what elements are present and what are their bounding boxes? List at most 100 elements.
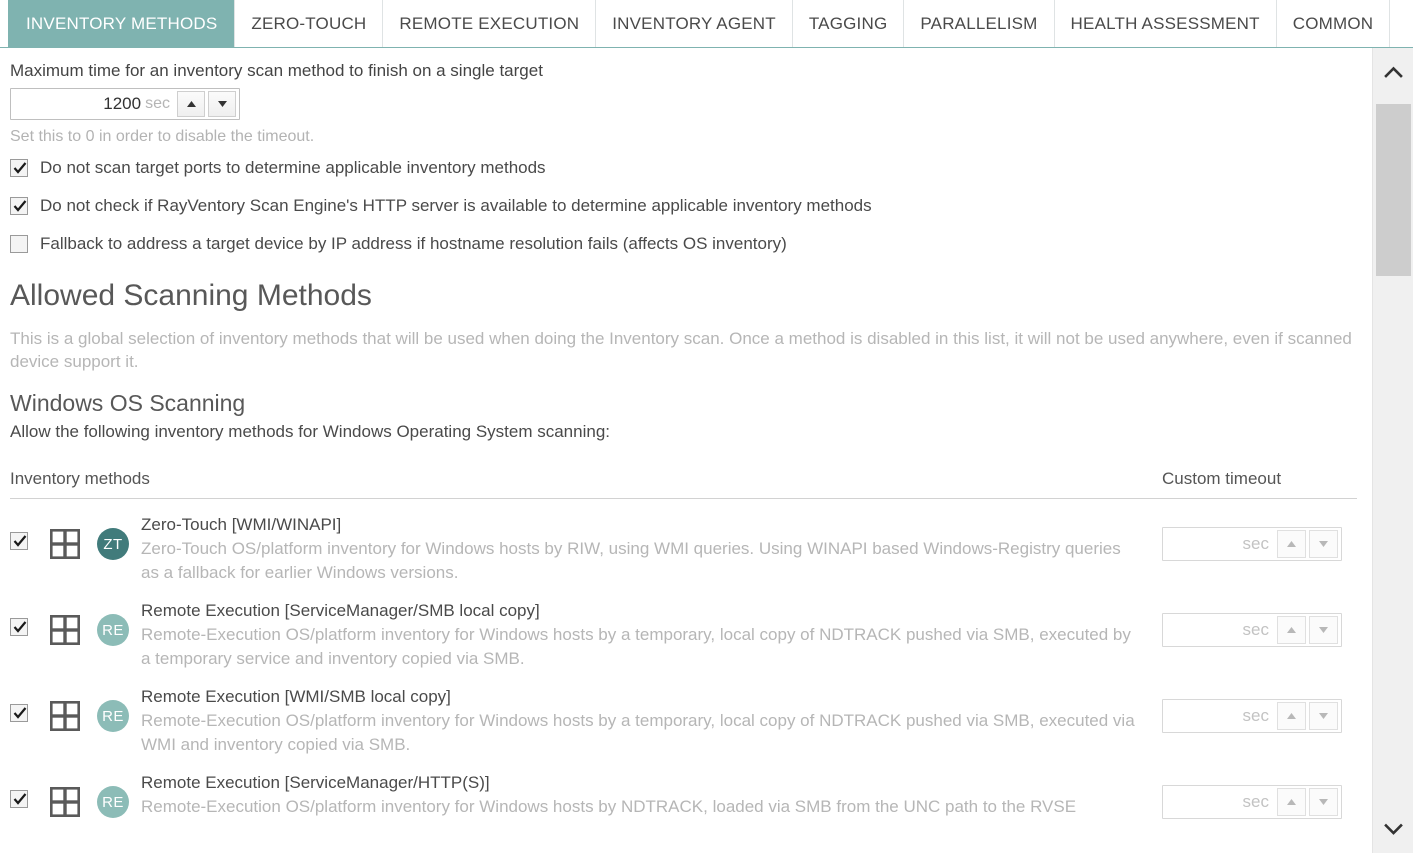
method-description: Remote-Execution OS/platform inventory f…	[141, 797, 1077, 816]
tab-label: TAGGING	[808, 13, 888, 33]
method-type-badge: RE	[97, 786, 129, 818]
windows-grid-icon	[49, 614, 80, 645]
custom-timeout-increment-button[interactable]	[1277, 702, 1306, 730]
method-title: Zero-Touch [WMI/WINAPI]	[141, 515, 342, 534]
custom-timeout-increment-button[interactable]	[1277, 788, 1306, 816]
method-text: Remote Execution [ServiceManager/HTTP(S)…	[141, 771, 1162, 819]
checkmark-icon	[13, 200, 27, 212]
timeout-label: Maximum time for an inventory scan metho…	[10, 61, 543, 80]
tab-label: PARALLELISM	[920, 13, 1038, 33]
windows-grid-icon	[49, 786, 80, 817]
custom-timeout-increment-button[interactable]	[1277, 530, 1306, 558]
custom-timeout-increment-button[interactable]	[1277, 616, 1306, 644]
tab-tagging[interactable]: TAGGING	[791, 0, 905, 47]
tab-common[interactable]: COMMON	[1275, 0, 1391, 47]
windows-grid-icon	[49, 528, 80, 564]
max-time-unit: sec	[145, 95, 170, 112]
custom-timeout-spinner[interactable]: sec	[1162, 699, 1342, 733]
custom-timeout-decrement-button[interactable]	[1309, 788, 1338, 816]
method-timeout-cell: sec	[1162, 513, 1357, 565]
method-enabled-checkbox[interactable]	[10, 532, 28, 550]
custom-timeout-stepper	[1277, 786, 1341, 818]
method-enabled-checkbox[interactable]	[10, 790, 28, 808]
custom-timeout-decrement-button[interactable]	[1309, 530, 1338, 558]
method-timeout-cell: sec	[1162, 685, 1357, 737]
option-row[interactable]: Do not check if RayVentory Scan Engine's…	[10, 195, 1362, 217]
option-label: Do not scan target ports to determine ap…	[40, 158, 546, 177]
method-type-badge: RE	[97, 700, 129, 732]
tab-label: ZERO-TOUCH	[251, 13, 367, 33]
checkmark-icon	[13, 707, 27, 719]
scrollbar-thumb[interactable]	[1376, 104, 1411, 276]
max-time-spinner[interactable]: 1200 sec	[10, 88, 240, 120]
scroll-up-button[interactable]	[1373, 48, 1413, 96]
option-row[interactable]: Fallback to address a target device by I…	[10, 233, 1362, 255]
custom-timeout-spinner[interactable]: sec	[1162, 613, 1342, 647]
custom-timeout-stepper	[1277, 700, 1341, 732]
custom-timeout-stepper	[1277, 614, 1341, 646]
tab-label: INVENTORY AGENT	[612, 13, 776, 33]
scroll-down-button[interactable]	[1373, 805, 1413, 853]
tab-zero-touch[interactable]: ZERO-TOUCH	[234, 0, 384, 47]
tab-label: COMMON	[1292, 13, 1374, 33]
table-row[interactable]: ZT Zero-Touch [WMI/WINAPI] Zero-Touch OS/p…	[10, 499, 1362, 585]
max-time-increment-button[interactable]	[177, 91, 205, 117]
method-enabled-checkbox[interactable]	[10, 618, 28, 636]
chevron-up-icon	[1383, 66, 1403, 78]
option-checkbox[interactable]	[10, 159, 28, 177]
custom-timeout-spinner[interactable]: sec	[1162, 785, 1342, 819]
method-type-badge-label: RE	[102, 707, 124, 725]
tab-health-assessment[interactable]: HEALTH ASSESSMENT	[1053, 0, 1277, 47]
tab-remote-execution[interactable]: REMOTE EXECUTION	[382, 0, 597, 47]
custom-timeout-unit: sec	[1242, 534, 1269, 553]
option-checkbox[interactable]	[10, 235, 28, 253]
methods-table-header: Inventory methods Custom timeout	[10, 469, 1357, 499]
table-row[interactable]: RE Remote Execution [ServiceManager/SMB l…	[10, 585, 1362, 671]
method-title: Remote Execution [WMI/SMB local copy]	[141, 687, 451, 706]
custom-timeout-input[interactable]	[1163, 614, 1243, 646]
chevron-down-icon	[1383, 823, 1403, 835]
method-type-badge: RE	[97, 614, 129, 646]
settings-page: INVENTORY METHODS ZERO-TOUCH REMOTE EXECUT…	[0, 0, 1413, 853]
method-type-badge: ZT	[97, 528, 129, 560]
table-row[interactable]: RE Remote Execution [ServiceManager/HTTP(…	[10, 757, 1362, 823]
column-header-custom-timeout: Custom timeout	[1162, 469, 1282, 488]
vertical-scrollbar[interactable]	[1372, 48, 1413, 853]
windows-os-scanning-heading: Windows OS Scanning	[10, 390, 246, 416]
tab-inventory-methods[interactable]: INVENTORY METHODS	[8, 0, 236, 47]
tab-parallelism[interactable]: PARALLELISM	[903, 0, 1055, 47]
tab-inventory-agent[interactable]: INVENTORY AGENT	[595, 0, 793, 47]
options-group: Do not scan target ports to determine ap…	[10, 157, 1362, 255]
option-checkbox[interactable]	[10, 197, 28, 215]
methods-table-body: ZT Zero-Touch [WMI/WINAPI] Zero-Touch OS/p…	[10, 499, 1362, 823]
method-text: Remote Execution [ServiceManager/SMB loc…	[141, 599, 1162, 671]
windows-grid-icon	[49, 700, 80, 731]
custom-timeout-input[interactable]	[1163, 528, 1243, 560]
max-time-decrement-button[interactable]	[208, 91, 236, 117]
table-row[interactable]: RE Remote Execution [WMI/SMB local copy] R…	[10, 671, 1362, 757]
method-timeout-cell: sec	[1162, 599, 1357, 651]
method-title: Remote Execution [ServiceManager/SMB loc…	[141, 601, 540, 620]
custom-timeout-decrement-button[interactable]	[1309, 616, 1338, 644]
method-title: Remote Execution [ServiceManager/HTTP(S)…	[141, 773, 490, 792]
method-type-badge-label: RE	[102, 621, 124, 639]
custom-timeout-input[interactable]	[1163, 700, 1243, 732]
custom-timeout-decrement-button[interactable]	[1309, 702, 1338, 730]
allowed-methods-heading: Allowed Scanning Methods	[10, 279, 372, 312]
checkmark-icon	[13, 535, 27, 547]
method-enabled-checkbox[interactable]	[10, 704, 28, 722]
option-row[interactable]: Do not scan target ports to determine ap…	[10, 157, 1362, 179]
option-label: Do not check if RayVentory Scan Engine's…	[40, 196, 872, 215]
custom-timeout-spinner[interactable]: sec	[1162, 527, 1342, 561]
allowed-methods-description: This is a global selection of inventory …	[10, 329, 1352, 371]
windows-os-scanning-description: Allow the following inventory methods fo…	[10, 422, 611, 441]
checkmark-icon	[13, 793, 27, 805]
windows-grid-icon	[49, 528, 80, 559]
tab-label: HEALTH ASSESSMENT	[1070, 13, 1260, 33]
checkmark-icon	[13, 621, 27, 633]
method-text: Zero-Touch [WMI/WINAPI] Zero-Touch OS/pla…	[141, 513, 1162, 585]
custom-timeout-input[interactable]	[1163, 786, 1243, 818]
method-timeout-cell: sec	[1162, 771, 1357, 823]
method-description: Remote-Execution OS/platform inventory f…	[141, 625, 1131, 668]
max-time-input[interactable]: 1200	[11, 89, 145, 119]
